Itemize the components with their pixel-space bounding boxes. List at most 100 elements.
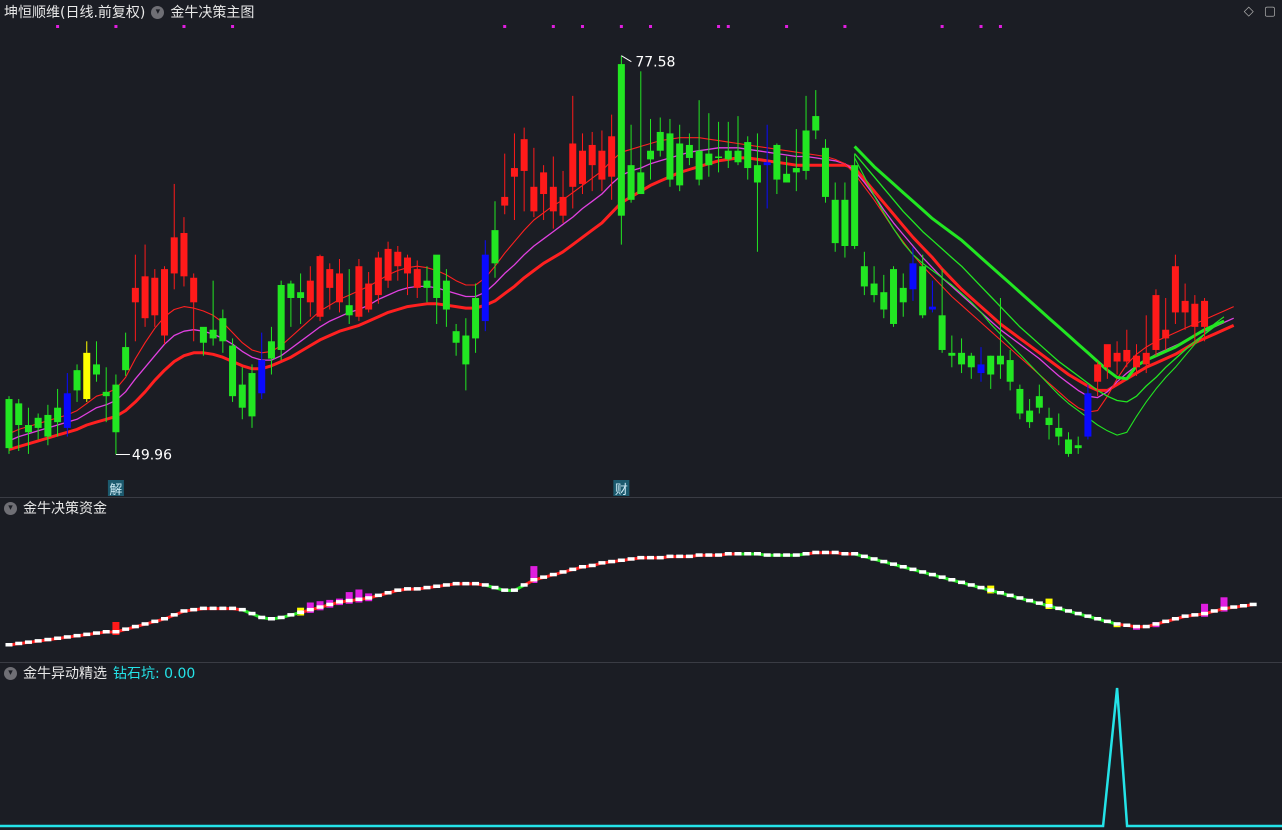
candle-body — [199, 326, 207, 343]
candle-body — [306, 280, 314, 303]
capital-dot — [83, 632, 91, 637]
capital-dot — [967, 583, 975, 587]
capital-dot — [481, 583, 489, 587]
capital-dot — [63, 635, 71, 639]
candle-body — [773, 144, 781, 180]
chevron-down-icon[interactable]: ▾ — [151, 5, 165, 19]
capital-dot — [190, 607, 198, 612]
candle-body — [433, 254, 441, 298]
candle-body — [83, 352, 91, 400]
candle-body — [1113, 352, 1121, 362]
candle-body — [219, 318, 227, 342]
panel3-title[interactable]: 金牛异动精选 — [23, 663, 107, 683]
candle-body — [977, 364, 985, 374]
chevron-down-icon[interactable]: ▾ — [4, 501, 17, 515]
candle-body — [510, 168, 518, 177]
capital-dot — [1220, 606, 1228, 611]
maximize-icon[interactable]: ▢ — [1264, 4, 1276, 19]
candle-body — [530, 186, 538, 212]
capital-dot — [559, 570, 567, 574]
main-indicator-title[interactable]: 金牛决策主图 — [170, 2, 254, 22]
capital-dot — [1084, 614, 1092, 618]
candle-body — [1181, 300, 1189, 313]
panel2-title[interactable]: 金牛决策资金 — [23, 498, 107, 518]
candle-body — [909, 263, 917, 290]
candle-body — [442, 280, 450, 310]
candle-body — [122, 347, 130, 371]
candle-body — [472, 297, 480, 339]
capital-dot — [1210, 609, 1218, 613]
candle-body — [899, 287, 907, 303]
capital-dot — [24, 640, 32, 644]
capital-dot — [92, 631, 100, 635]
candle-body — [258, 360, 266, 394]
top-marker-dot — [940, 25, 944, 28]
candle-body — [890, 269, 898, 324]
candle-body — [1103, 344, 1111, 368]
top-marker-dot — [503, 25, 507, 28]
panel2-header: ▾ 金牛决策资金 — [4, 498, 107, 518]
candle-body — [987, 355, 995, 375]
candle-body — [598, 150, 606, 180]
capital-dot — [5, 643, 13, 647]
candle-body — [161, 269, 169, 336]
capital-dot — [141, 622, 149, 626]
diamond-icon[interactable]: ◇ — [1244, 4, 1254, 19]
abnormal-movement-chart[interactable] — [0, 663, 1282, 830]
candle-body — [102, 391, 110, 397]
candle-body — [229, 345, 237, 397]
chevron-down-icon[interactable]: ▾ — [4, 666, 17, 680]
capital-dot — [1142, 624, 1150, 629]
capital-dot — [384, 591, 392, 595]
candle-body — [1171, 266, 1179, 313]
candle-body — [1142, 352, 1150, 365]
candle-body — [462, 335, 470, 365]
capital-dot — [569, 567, 577, 572]
indicator-value: 钻石坑: 0.00 — [113, 666, 196, 682]
capital-flow-chart[interactable] — [0, 498, 1282, 662]
candle-body — [938, 315, 946, 350]
candle-body — [365, 283, 373, 310]
capital-dot — [685, 554, 693, 559]
capital-dot — [928, 572, 936, 577]
capital-dot — [851, 552, 859, 556]
candle-body — [491, 230, 499, 264]
capital-dot — [919, 570, 927, 574]
capital-dot — [530, 578, 538, 582]
capital-dot — [209, 606, 217, 611]
candle-body — [919, 266, 927, 316]
candle-body — [705, 153, 713, 166]
panel3-header: ▾ 金牛异动精选 钻石坑: 0.00 — [4, 663, 195, 683]
capital-dot — [1230, 605, 1238, 609]
capital-dot — [54, 636, 62, 640]
capital-dot — [267, 617, 275, 621]
capital-dot — [802, 552, 810, 556]
capital-dot — [287, 613, 295, 617]
top-marker-dot — [998, 25, 1002, 28]
low-price-label: 49.96 — [132, 447, 172, 463]
capital-dot — [442, 583, 450, 587]
candle-body — [996, 355, 1004, 365]
candlestick-chart[interactable]: 77.58 49.96 解 财 — [0, 0, 1282, 497]
candle-body — [141, 276, 149, 319]
candle-body — [967, 355, 975, 368]
candle-body — [316, 256, 324, 317]
candle-body — [753, 165, 761, 183]
capital-dot — [841, 552, 849, 556]
candle-body — [267, 341, 275, 359]
candle-body — [763, 162, 771, 166]
capital-dot — [1133, 624, 1141, 629]
capital-dot — [647, 555, 655, 560]
capital-dot — [705, 553, 713, 557]
capital-dot — [958, 580, 966, 585]
capital-dot — [161, 617, 169, 621]
capital-dot — [987, 588, 995, 592]
candle-body — [1084, 393, 1092, 437]
event-marker-jie: 解 — [109, 483, 122, 497]
candle-body — [948, 352, 956, 356]
candle-body — [1191, 303, 1199, 327]
candle-body — [481, 254, 489, 322]
top-marker-dot — [580, 25, 584, 28]
capital-dot — [734, 552, 742, 556]
candle-body — [287, 283, 295, 298]
